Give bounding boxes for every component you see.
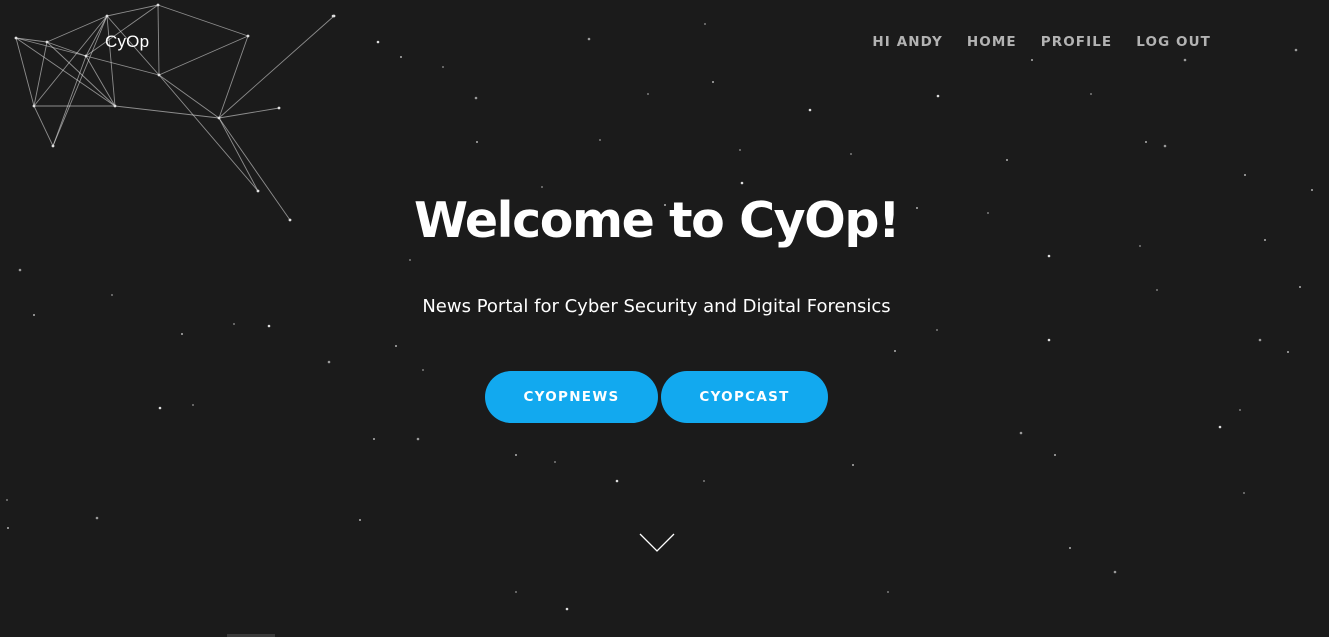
nav-greeting[interactable]: HI ANDY bbox=[872, 34, 942, 50]
nav-profile[interactable]: PROFILE bbox=[1041, 34, 1113, 50]
hero-subtitle: News Portal for Cyber Security and Digit… bbox=[422, 296, 891, 317]
brand-logo[interactable]: CyOp bbox=[105, 32, 149, 52]
scroll-down-button[interactable] bbox=[639, 532, 675, 554]
cyopnews-button[interactable]: CYOPNEWS bbox=[485, 371, 658, 423]
hero-title: Welcome to CyOp! bbox=[413, 192, 901, 249]
hero-section: CyOp HI ANDY HOME PROFILE LOG OUT Welcom… bbox=[0, 0, 1329, 637]
cyopcast-button[interactable]: CYOPCAST bbox=[661, 371, 828, 423]
nav-logout[interactable]: LOG OUT bbox=[1136, 34, 1211, 50]
chevron-down-icon bbox=[639, 533, 675, 552]
main-nav: HI ANDY HOME PROFILE LOG OUT bbox=[872, 34, 1211, 50]
nav-home[interactable]: HOME bbox=[967, 34, 1017, 50]
